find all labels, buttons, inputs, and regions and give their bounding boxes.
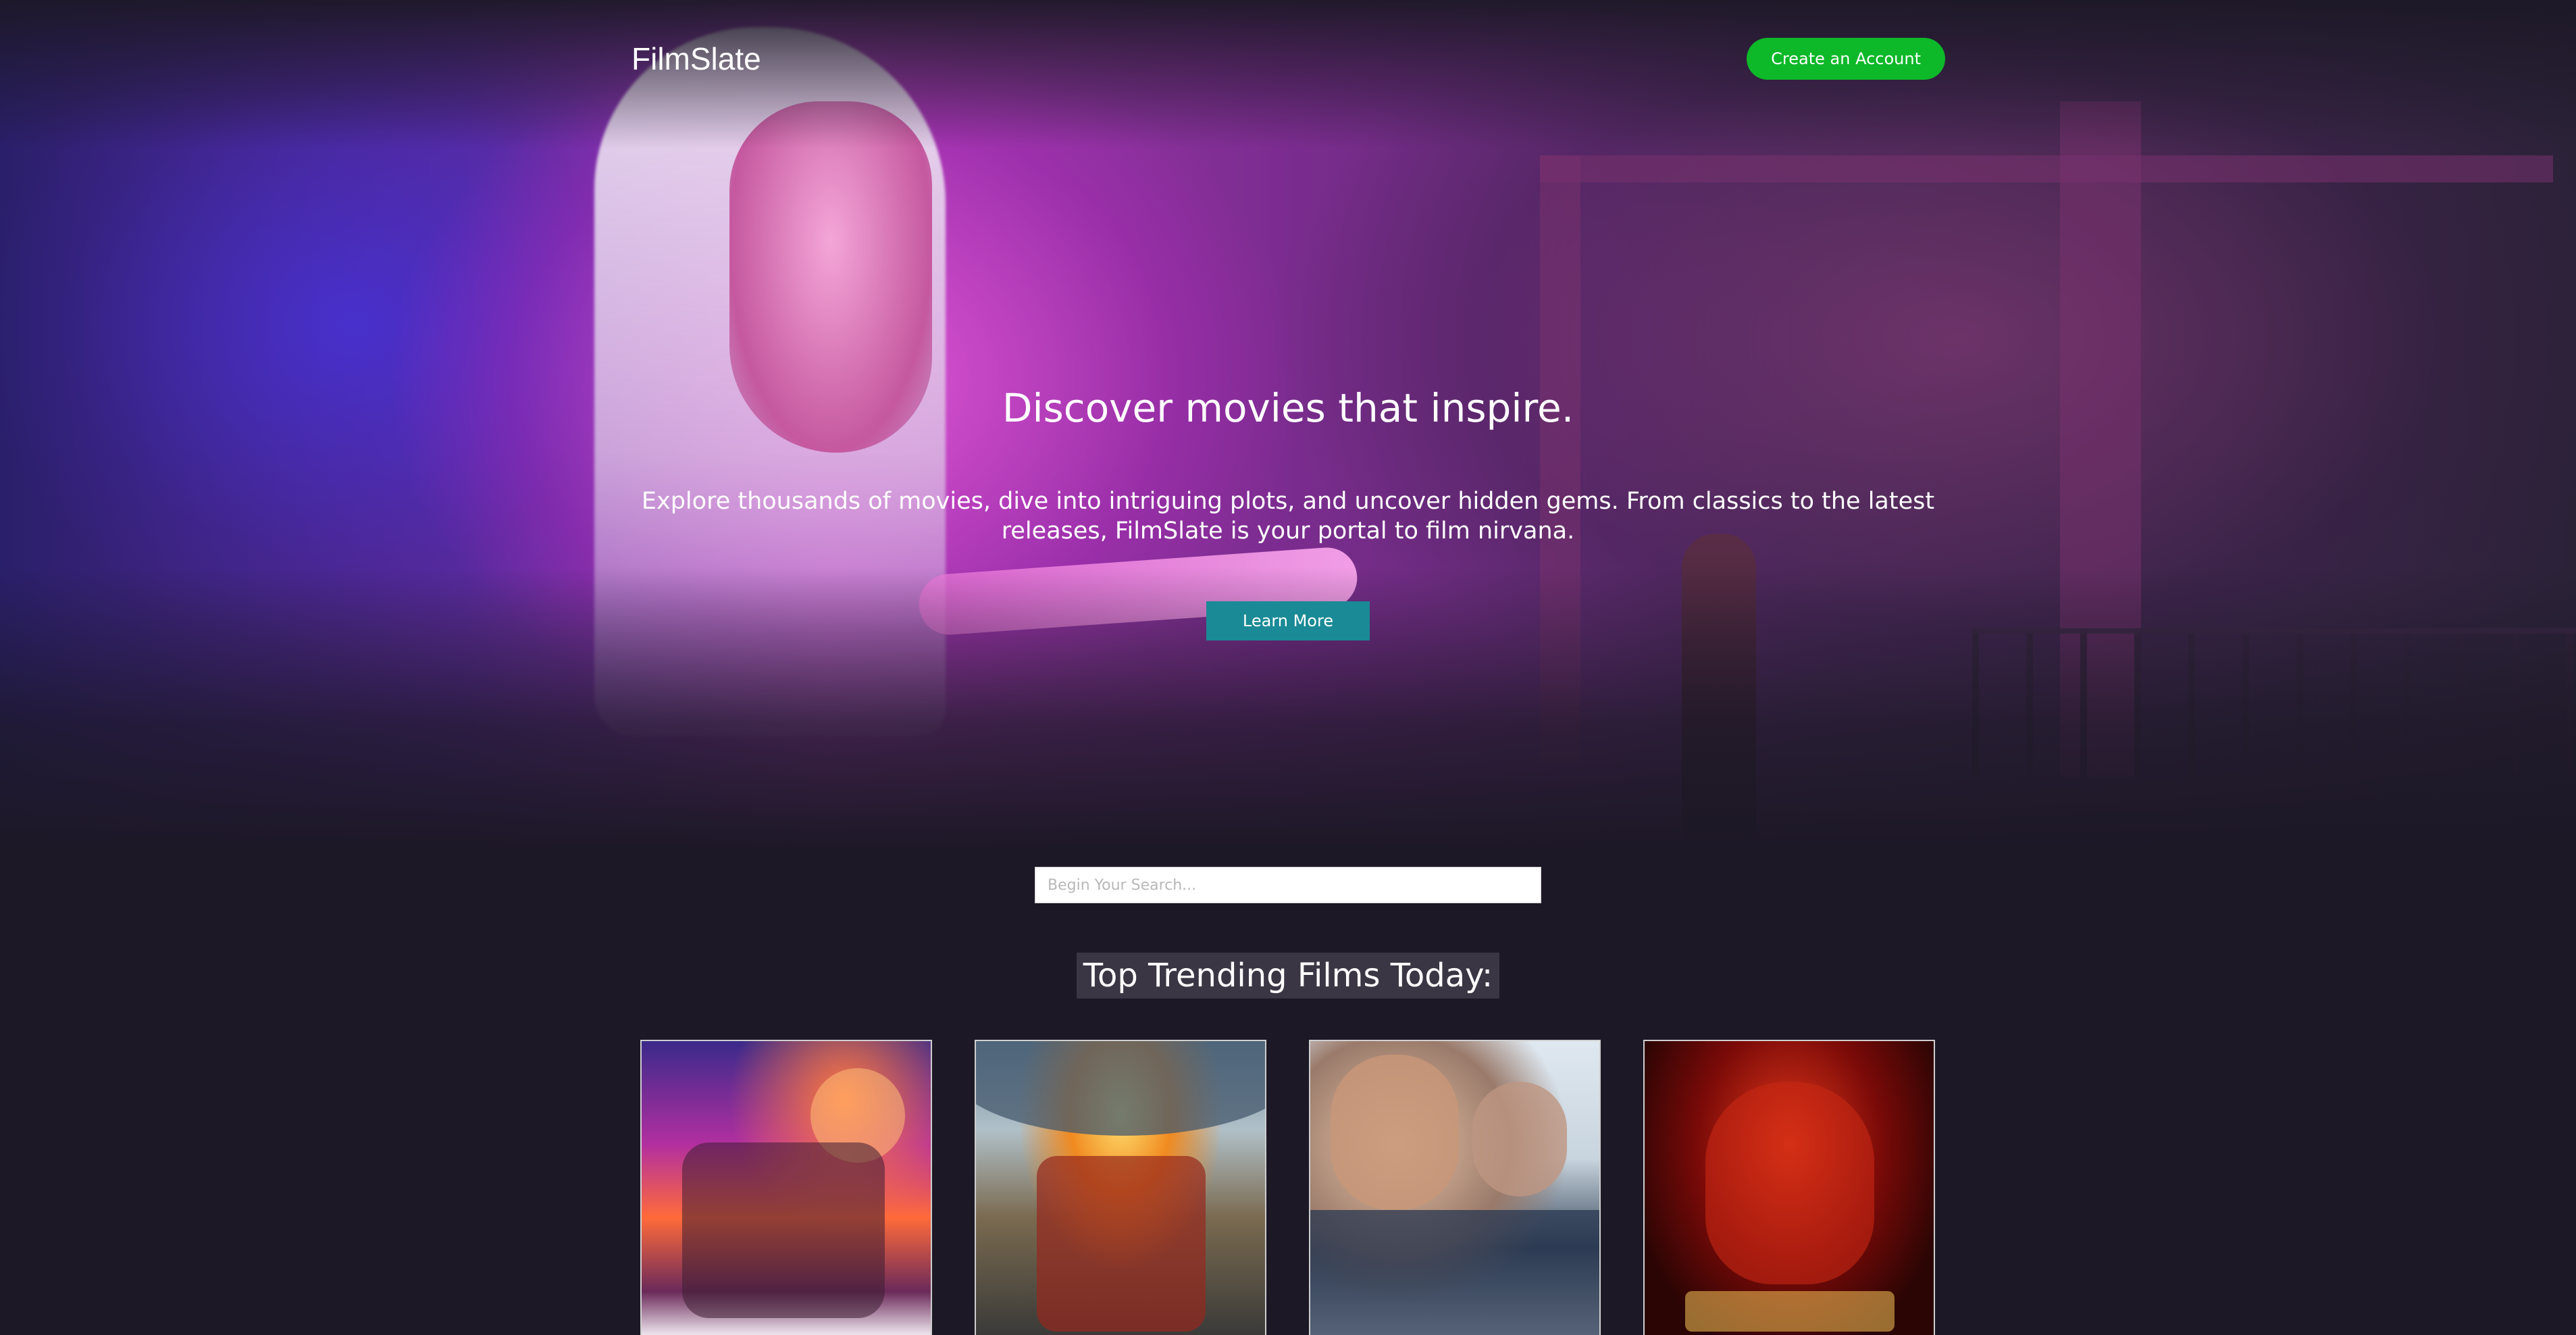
film-poster[interactable] <box>1309 1040 1601 1335</box>
page: FilmSlate Create an Account Discover mov… <box>0 0 2576 1335</box>
poster-logo-emblem <box>1685 1291 1895 1332</box>
trending-header: Top Trending Films Today: <box>0 953 2576 999</box>
site-header: FilmSlate Create an Account <box>632 38 1945 80</box>
film-poster-image <box>976 1041 1265 1335</box>
learn-more-button[interactable]: Learn More <box>1206 601 1370 640</box>
poster-suits <box>1310 1210 1599 1335</box>
film-poster[interactable] <box>1643 1040 1935 1335</box>
site-logo[interactable]: FilmSlate <box>632 41 761 77</box>
film-poster-image <box>642 1041 931 1335</box>
hero-description: Explore thousands of movies, dive into i… <box>641 488 1935 545</box>
poster-face <box>1472 1082 1567 1197</box>
poster-characters <box>682 1142 885 1318</box>
poster-robot <box>1037 1156 1206 1332</box>
hero-title: Discover movies that inspire. <box>1002 385 1574 431</box>
search-input[interactable] <box>1035 867 1541 903</box>
poster-helmet <box>1705 1082 1874 1284</box>
poster-face <box>1331 1055 1459 1210</box>
create-account-button[interactable]: Create an Account <box>1747 38 1945 80</box>
film-poster-image <box>1645 1041 1934 1335</box>
film-poster[interactable] <box>975 1040 1266 1335</box>
trending-title: Top Trending Films Today: <box>1076 953 1500 999</box>
bridge-beam <box>1540 155 2553 182</box>
hero-railing <box>1972 628 2576 777</box>
poster-ship <box>976 1041 1265 1136</box>
film-poster[interactable] <box>640 1040 932 1335</box>
film-poster-image <box>1310 1041 1599 1335</box>
hero-content: Discover movies that inspire. Explore th… <box>0 385 2576 640</box>
trending-posters <box>640 1040 1937 1335</box>
